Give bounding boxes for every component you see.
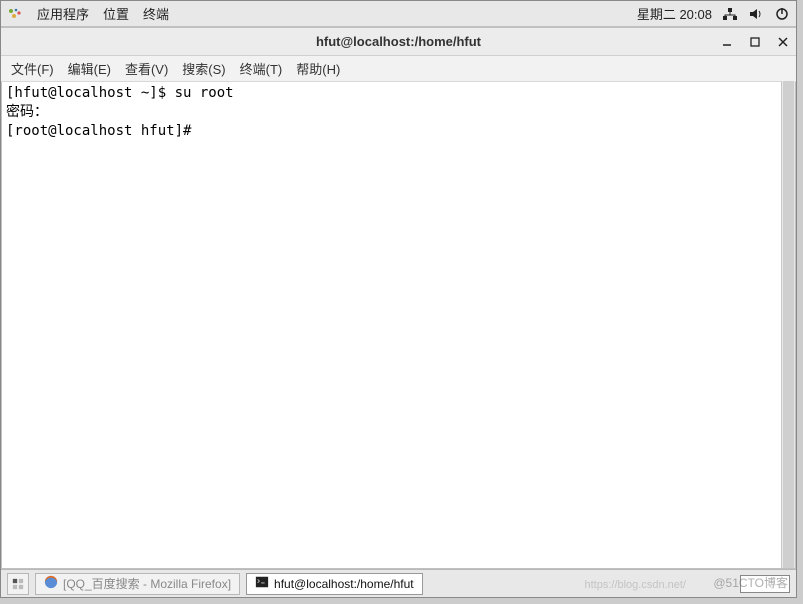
taskbar-firefox[interactable]: [QQ_百度搜索 - Mozilla Firefox] xyxy=(35,573,240,595)
term-line: [root@localhost hfut]# xyxy=(6,123,191,139)
term-line: [hfut@localhost ~]$ su root xyxy=(6,85,234,101)
menu-file[interactable]: 文件(F) xyxy=(11,59,54,78)
gnome-logo-icon xyxy=(7,6,23,22)
terminal-menubar: 文件(F) 编辑(E) 查看(V) 搜索(S) 终端(T) 帮助(H) xyxy=(1,56,796,82)
taskbar-firefox-label: [QQ_百度搜索 - Mozilla Firefox] xyxy=(63,575,231,592)
workspace-switcher[interactable] xyxy=(7,573,29,595)
clock[interactable]: 星期二 20:08 xyxy=(637,4,712,23)
terminal-icon xyxy=(255,575,269,592)
taskbar-terminal[interactable]: hfut@localhost:/home/hfut xyxy=(246,573,423,595)
menu-terminal-m[interactable]: 终端(T) xyxy=(240,59,283,78)
term-line: 密码： xyxy=(6,104,48,120)
power-icon[interactable] xyxy=(774,6,790,22)
terminal-content[interactable]: [hfut@localhost ~]$ su root 密码： [root@lo… xyxy=(1,82,796,569)
terminal-scrollbar[interactable] xyxy=(781,81,795,568)
network-icon[interactable] xyxy=(722,6,738,22)
taskbar: [QQ_百度搜索 - Mozilla Firefox] hfut@localho… xyxy=(1,569,796,597)
close-button[interactable] xyxy=(776,35,790,49)
scrollbar-thumb[interactable] xyxy=(783,81,794,568)
menu-edit[interactable]: 编辑(E) xyxy=(68,59,111,78)
minimize-button[interactable] xyxy=(720,35,734,49)
firefox-icon xyxy=(44,575,58,592)
window-title: hfut@localhost:/home/hfut xyxy=(1,34,796,49)
maximize-button[interactable] xyxy=(748,35,762,49)
menu-applications[interactable]: 应用程序 xyxy=(37,4,89,23)
window-titlebar[interactable]: hfut@localhost:/home/hfut xyxy=(1,28,796,56)
menu-places[interactable]: 位置 xyxy=(103,4,129,23)
menu-search[interactable]: 搜索(S) xyxy=(182,59,225,78)
terminal-window: hfut@localhost:/home/hfut 文件(F) 编辑(E) 查看… xyxy=(1,27,796,569)
top-panel: 应用程序 位置 终端 星期二 20:08 xyxy=(1,1,796,27)
taskbar-terminal-label: hfut@localhost:/home/hfut xyxy=(274,577,414,591)
volume-icon[interactable] xyxy=(748,6,764,22)
menu-help[interactable]: 帮助(H) xyxy=(296,59,340,78)
menu-view[interactable]: 查看(V) xyxy=(125,59,168,78)
menu-terminal[interactable]: 终端 xyxy=(143,4,169,23)
taskbar-input[interactable] xyxy=(740,575,790,593)
